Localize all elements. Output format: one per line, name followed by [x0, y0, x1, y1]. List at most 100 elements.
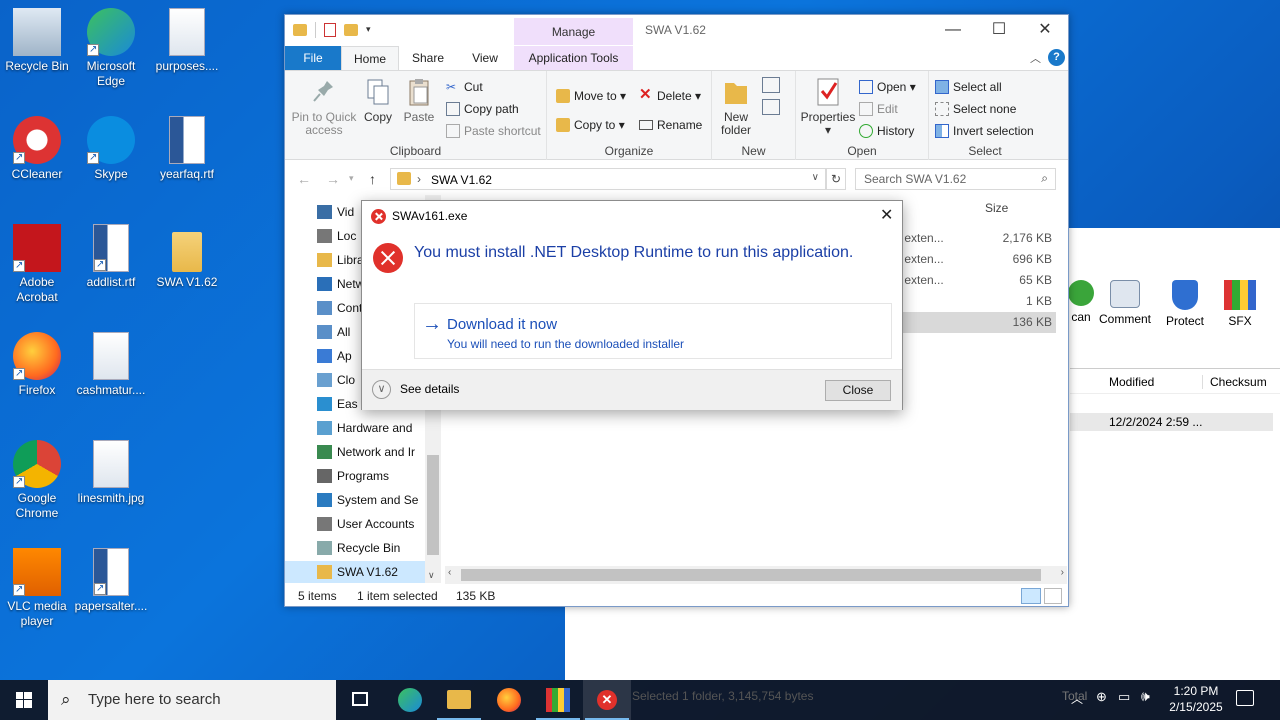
tab-file[interactable]: File: [285, 46, 341, 70]
desktop-icon[interactable]: CCleaner: [0, 116, 74, 182]
size-column-header[interactable]: Size: [985, 201, 1008, 215]
show-hidden-icons-icon[interactable]: ︿: [1071, 690, 1083, 707]
paste-shortcut-button[interactable]: Paste shortcut: [446, 121, 541, 141]
address-input[interactable]: › SWA V1.62 ∨: [390, 168, 826, 190]
up-arrow-icon[interactable]: ↑: [369, 171, 376, 187]
nav-item[interactable]: Programs: [315, 465, 425, 487]
taskbar-edge[interactable]: [386, 680, 434, 720]
checksum-column[interactable]: Checksum: [1202, 375, 1267, 389]
scroll-left-icon[interactable]: ‹: [448, 567, 451, 578]
minimize-button[interactable]: —: [930, 19, 976, 43]
open-button[interactable]: Open ▾: [859, 77, 916, 97]
comment-tool[interactable]: Comment: [1097, 280, 1153, 326]
desktop-icon[interactable]: SWA V1.62: [150, 224, 224, 290]
desktop-icon[interactable]: Recycle Bin: [0, 8, 74, 74]
help-icon[interactable]: ?: [1048, 49, 1065, 66]
desktop-icon[interactable]: Firefox: [0, 332, 74, 398]
nav-item[interactable]: Hardware and: [315, 417, 425, 439]
nav-item[interactable]: System and Se: [315, 489, 425, 511]
cut-button[interactable]: ✂ Cut: [446, 77, 483, 97]
desktop-icon[interactable]: cashmatur....: [74, 332, 148, 398]
scrollbar-thumb[interactable]: [427, 455, 439, 555]
collapse-ribbon-icon[interactable]: ︿: [1030, 50, 1041, 66]
breadcrumb[interactable]: SWA V1.62: [431, 173, 492, 187]
desktop-icon[interactable]: Adobe Acrobat: [0, 224, 74, 305]
desktop-icon[interactable]: Microsoft Edge: [74, 8, 148, 89]
protect-tool[interactable]: Protect: [1157, 280, 1213, 328]
properties-button[interactable]: Properties ▾: [800, 77, 856, 137]
taskbar-error-app[interactable]: ✕: [583, 680, 631, 720]
new-folder-icon[interactable]: [344, 24, 358, 36]
desktop-icon[interactable]: VLC media player: [0, 548, 74, 629]
task-view-button[interactable]: [336, 680, 384, 720]
chevron-down-icon[interactable]: ∨: [812, 172, 819, 183]
desktop-icon[interactable]: addlist.rtf: [74, 224, 148, 290]
search-input[interactable]: Search SWA V1.62 ⌕: [855, 168, 1056, 190]
forward-arrow-icon[interactable]: →: [326, 171, 340, 187]
recent-locations-icon[interactable]: ▾: [349, 173, 354, 184]
desktop-icon[interactable]: purposes....: [150, 8, 224, 74]
rename-button[interactable]: Rename: [639, 115, 702, 135]
system-clock[interactable]: 1:20 PM 2/15/2025: [1160, 683, 1232, 715]
nav-item[interactable]: Network and Ir: [315, 441, 425, 463]
invert-selection-button[interactable]: Invert selection: [935, 121, 1034, 141]
manage-tab[interactable]: Manage: [514, 18, 633, 45]
desktop-icon[interactable]: papersalter....: [74, 548, 148, 614]
taskbar-firefox[interactable]: [485, 680, 533, 720]
paste-button[interactable]: Paste: [402, 77, 436, 124]
maximize-button[interactable]: ☐: [976, 19, 1022, 43]
nav-item[interactable]: User Accounts: [315, 513, 425, 535]
desktop-icon[interactable]: linesmith.jpg: [74, 440, 148, 506]
scroll-down-icon[interactable]: ∨: [428, 570, 435, 581]
tab-home[interactable]: Home: [341, 46, 399, 70]
chevron-down-icon[interactable]: ▾: [366, 24, 371, 38]
new-folder-button[interactable]: New folder: [716, 77, 756, 137]
new-item-icon[interactable]: [762, 77, 780, 93]
back-arrow-icon[interactable]: ←: [297, 171, 311, 187]
select-all-button[interactable]: Select all: [935, 77, 1002, 97]
firefox-icon: [497, 688, 521, 712]
see-details-toggle[interactable]: See details: [400, 382, 459, 396]
nav-item[interactable]: SWA V1.62: [285, 561, 425, 583]
taskbar-search-input[interactable]: ⌕ Type here to search: [48, 680, 336, 720]
modified-column[interactable]: Modified: [1109, 375, 1154, 389]
desktop-icon[interactable]: Skype: [74, 116, 148, 182]
history-button[interactable]: History: [859, 121, 914, 141]
sfx-tool[interactable]: SFX: [1212, 280, 1268, 328]
taskbar-file-explorer[interactable]: [435, 680, 483, 720]
refresh-icon[interactable]: ↻: [826, 168, 846, 190]
copy-to-button[interactable]: Copy to ▾: [556, 115, 625, 135]
start-button[interactable]: [0, 680, 48, 720]
taskbar-winrar[interactable]: [534, 680, 582, 720]
tab-view[interactable]: View: [457, 46, 513, 70]
desktop-icon[interactable]: yearfaq.rtf: [150, 116, 224, 182]
nav-item[interactable]: Recycle Bin: [285, 537, 425, 559]
large-icons-view-icon[interactable]: [1044, 588, 1062, 604]
scroll-right-icon[interactable]: ›: [1061, 567, 1064, 578]
download-link[interactable]: → Download it now You will need to run t…: [414, 303, 892, 359]
close-icon[interactable]: ✕: [880, 205, 893, 225]
display-icon[interactable]: ▭: [1118, 689, 1130, 705]
copy-button[interactable]: Copy: [361, 77, 395, 124]
select-none-button[interactable]: Select none: [935, 99, 1016, 119]
details-view-icon[interactable]: [1021, 588, 1041, 604]
desktop-icon[interactable]: Google Chrome: [0, 440, 74, 521]
delete-button[interactable]: ✕ Delete ▾: [639, 86, 701, 106]
pin-quick-access-button[interactable]: Pin to Quick access: [289, 77, 359, 137]
properties-check-icon[interactable]: [324, 23, 336, 37]
tab-share[interactable]: Share: [399, 46, 457, 70]
notification-icon[interactable]: [1236, 690, 1254, 706]
easy-access-icon[interactable]: [762, 99, 780, 115]
close-button[interactable]: ✕: [1022, 19, 1068, 43]
chevron-down-icon[interactable]: ∨: [372, 380, 391, 399]
horizontal-scrollbar[interactable]: ‹ ›: [445, 566, 1067, 584]
volume-icon[interactable]: 🕪: [1141, 688, 1150, 705]
list-item[interactable]: 12/2/2024 2:59 ...: [1070, 413, 1273, 431]
scrollbar-thumb[interactable]: [461, 569, 1041, 581]
tab-application-tools[interactable]: Application Tools: [514, 46, 633, 70]
move-to-button[interactable]: Move to ▾: [556, 86, 626, 106]
close-button[interactable]: Close: [825, 380, 891, 401]
edit-button[interactable]: Edit: [859, 99, 898, 119]
network-icon[interactable]: ⊕: [1096, 689, 1107, 705]
copy-path-button[interactable]: Copy path: [446, 99, 519, 119]
